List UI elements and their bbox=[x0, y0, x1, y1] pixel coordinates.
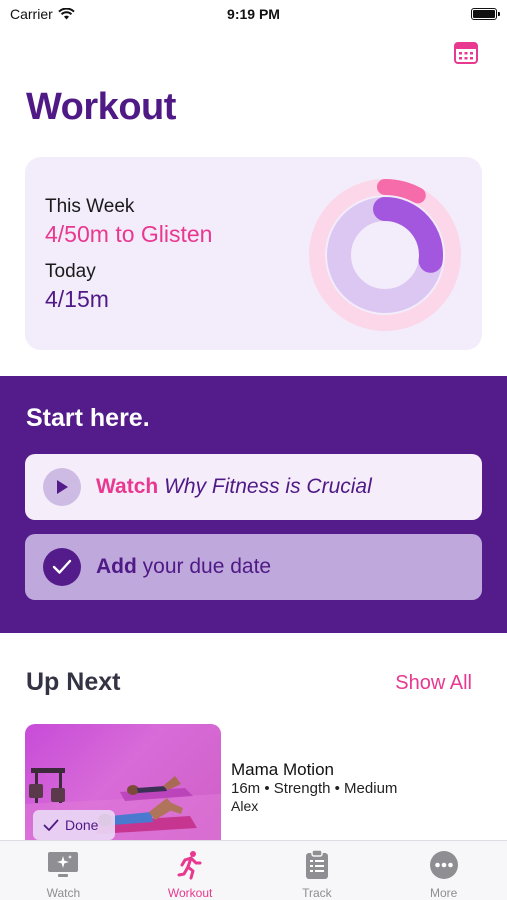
checkmark-icon bbox=[43, 548, 81, 586]
workout-trainer: Alex bbox=[231, 798, 259, 814]
tab-more[interactable]: More bbox=[380, 841, 507, 900]
tab-bar: Watch Workout Track More bbox=[0, 840, 507, 900]
tab-label-more: More bbox=[429, 886, 458, 900]
calendar-icon bbox=[454, 42, 478, 64]
status-bar: Carrier 9:19 PM bbox=[0, 0, 507, 30]
done-label: Done bbox=[65, 817, 99, 833]
due-date-row[interactable]: Add your due date bbox=[25, 534, 482, 600]
clipboard-icon bbox=[301, 849, 333, 881]
tab-label-track: Track bbox=[302, 886, 332, 900]
checkmark-icon bbox=[43, 819, 59, 831]
workout-thumbnail[interactable]: Done bbox=[25, 724, 221, 844]
battery-icon bbox=[471, 8, 500, 20]
calendar-button[interactable] bbox=[453, 40, 479, 66]
due-date-text: your due date bbox=[142, 555, 272, 578]
watch-intro-row[interactable]: Watch Why Fitness is Crucial bbox=[25, 454, 482, 520]
tab-workout[interactable]: Workout bbox=[127, 841, 254, 900]
up-next-title: Up Next bbox=[26, 668, 121, 696]
today-value: 4/15m bbox=[45, 286, 109, 312]
tab-label-workout: Workout bbox=[167, 886, 213, 900]
watch-action-label: Watch bbox=[96, 475, 159, 498]
today-progress-arc bbox=[373, 197, 443, 273]
tab-watch[interactable]: Watch bbox=[0, 841, 127, 900]
workout-meta: 16m • Strength • Medium bbox=[231, 780, 398, 797]
start-here-title: Start here. bbox=[26, 404, 150, 432]
more-dots-icon bbox=[428, 849, 460, 881]
tab-track[interactable]: Track bbox=[254, 841, 381, 900]
tv-sparkle-icon bbox=[47, 849, 79, 881]
week-label: This Week bbox=[45, 196, 135, 217]
activity-rings bbox=[309, 179, 461, 331]
workout-name[interactable]: Mama Motion bbox=[231, 760, 334, 780]
show-all-link[interactable]: Show All bbox=[395, 672, 472, 695]
page-title: Workout bbox=[26, 86, 176, 128]
tab-label-watch: Watch bbox=[46, 886, 81, 900]
play-icon bbox=[43, 468, 81, 506]
week-value: 4/50m to Glisten bbox=[45, 221, 213, 247]
progress-card[interactable]: This Week 4/50m to Glisten Today 4/15m bbox=[25, 157, 482, 350]
running-figure-icon bbox=[174, 849, 206, 881]
start-here-section: Start here. Watch Why Fitness is Crucial… bbox=[0, 376, 507, 633]
watch-video-title: Why Fitness is Crucial bbox=[164, 475, 372, 498]
status-time: 9:19 PM bbox=[227, 6, 280, 22]
week-progress-arc bbox=[377, 179, 426, 204]
done-badge: Done bbox=[33, 810, 115, 840]
due-action-label: Add bbox=[96, 555, 137, 578]
today-label: Today bbox=[45, 261, 96, 282]
